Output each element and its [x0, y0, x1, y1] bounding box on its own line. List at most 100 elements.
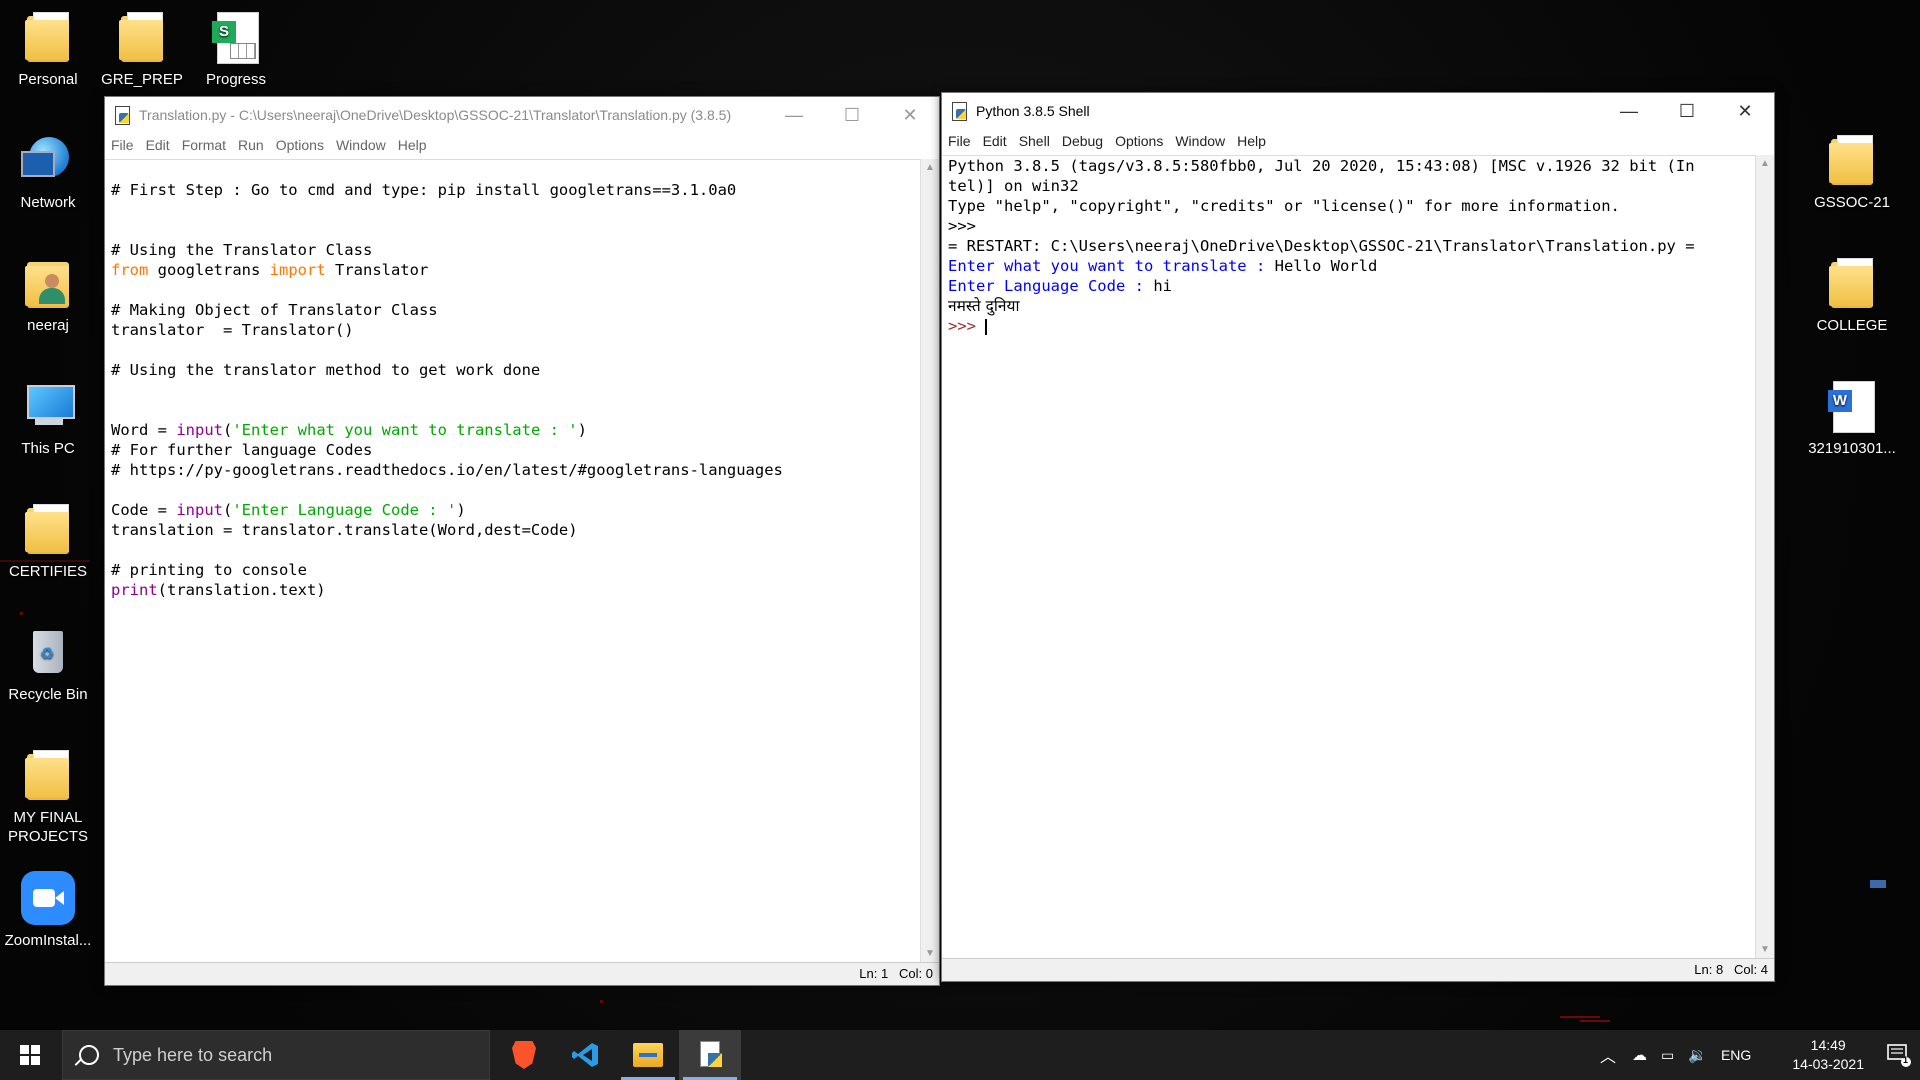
language-indicator[interactable]: ENG [1721, 1047, 1751, 1063]
editor-statusbar: Ln: 1 Col: 0 [105, 962, 939, 985]
desktop-icon-certifies[interactable]: CERTIFIES [0, 502, 96, 581]
desktop-icon-personal[interactable]: Personal [0, 10, 96, 89]
desktop-icon-my-final-projects[interactable]: MY FINAL PROJECTS [0, 748, 96, 846]
code-line: print(translation.text) [105, 580, 921, 600]
user-input-text: hi [1153, 277, 1172, 295]
builtin: input [176, 501, 223, 519]
minimize-button[interactable]: — [765, 97, 823, 133]
shell-titlebar[interactable]: Python 3.8.5 Shell — ☐ ✕ [942, 93, 1774, 129]
menu-shell[interactable]: Shell [1019, 133, 1050, 149]
shell-line: >>> [942, 316, 1756, 336]
code-line: # Making Object of Translator Class [111, 301, 438, 319]
shell-statusbar: Ln: 8 Col: 4 [942, 958, 1774, 981]
onedrive-offline-icon[interactable]: ☁ [1632, 1046, 1647, 1064]
volume-icon[interactable]: 🔉 [1688, 1046, 1707, 1064]
desktop-icon-label: Recycle Bin [8, 686, 88, 703]
wallpaper-decoration [1580, 1020, 1610, 1022]
start-button[interactable] [0, 1030, 60, 1080]
brave-browser-icon [512, 1041, 536, 1069]
wallpaper-decoration [1870, 880, 1886, 888]
cursor-position: Ln: 1 Col: 0 [859, 966, 933, 981]
desktop-icon-label: ZoomInstal... [4, 932, 92, 949]
shell-scrollbar[interactable]: ▲ ▼ [1755, 155, 1774, 959]
scroll-up-icon[interactable]: ▲ [921, 159, 939, 177]
clock-date: 14-03-2021 [1792, 1056, 1864, 1072]
clock-time: 14:49 [1810, 1037, 1846, 1053]
desktop-icon-recycle-bin[interactable]: ♻ Recycle Bin [0, 625, 96, 704]
user-folder-icon [21, 256, 75, 310]
code-line: from googletrans import Translator [105, 260, 921, 280]
maximize-button[interactable]: ☐ [1658, 93, 1716, 129]
taskbar-app-vscode[interactable] [555, 1030, 617, 1080]
menu-options[interactable]: Options [1115, 133, 1163, 149]
menu-file[interactable]: File [948, 133, 971, 149]
menu-debug[interactable]: Debug [1062, 133, 1103, 149]
code-line: # Using the translator method to get wor… [111, 361, 541, 379]
shell-line: Type "help", "copyright", "credits" or "… [948, 197, 1620, 215]
shell-console[interactable]: Python 3.8.5 (tags/v3.8.5:580fbb0, Jul 2… [942, 155, 1756, 959]
code-line: # https://py-googletrans.readthedocs.io/… [111, 461, 783, 479]
menu-edit[interactable]: Edit [146, 137, 170, 153]
taskbar-app-brave[interactable] [493, 1030, 555, 1080]
code-line: # For further language Codes [111, 441, 373, 459]
python-shell-icon [950, 102, 968, 121]
desktop-icon-college[interactable]: COLLEGE [1804, 256, 1900, 335]
code-line: # First Step : Go to cmd and type: pip i… [111, 181, 737, 199]
desktop-icon-neeraj[interactable]: neeraj [0, 256, 96, 335]
menu-help[interactable]: Help [1237, 133, 1266, 149]
battery-icon[interactable]: ▭ [1661, 1047, 1674, 1064]
shell-line: = RESTART: C:\Users\neeraj\OneDrive\Desk… [948, 237, 1695, 255]
editor-menubar: File Edit Format Run Options Window Help [105, 133, 939, 157]
desktop-icon-label: This PC [21, 440, 75, 457]
close-button[interactable]: ✕ [881, 97, 939, 133]
scroll-down-icon[interactable]: ▼ [1756, 941, 1774, 959]
menu-window[interactable]: Window [1175, 133, 1225, 149]
code-line: translation = translator.translate(Word,… [111, 521, 578, 539]
minimize-button[interactable]: — [1600, 93, 1658, 129]
code-editor[interactable]: # First Step : Go to cmd and type: pip i… [105, 159, 921, 963]
desktop-icon-zoom[interactable]: ZoomInstal... [0, 871, 96, 950]
scroll-up-icon[interactable]: ▲ [1756, 155, 1774, 173]
desktop-icon-gre-prep[interactable]: GRE_PREP [94, 10, 190, 89]
maximize-button[interactable]: ☐ [823, 97, 881, 133]
chevron-up-icon[interactable]: ︿ [1600, 1043, 1616, 1067]
menu-edit[interactable]: Edit [983, 133, 1007, 149]
taskbar-app-idle[interactable] [679, 1030, 741, 1080]
notification-icon [1887, 1044, 1911, 1067]
idle-file-icon [113, 106, 131, 125]
menu-help[interactable]: Help [398, 137, 427, 153]
desktop-icon-network[interactable]: Network [0, 133, 96, 212]
taskbar-app-explorer[interactable] [617, 1030, 679, 1080]
desktop-icon-progress[interactable]: S Progress [188, 10, 284, 89]
scroll-down-icon[interactable]: ▼ [921, 945, 939, 963]
menu-format[interactable]: Format [182, 137, 226, 153]
search-icon [79, 1045, 99, 1065]
computer-icon [21, 379, 75, 433]
taskbar-search-box[interactable]: Type here to search [62, 1030, 490, 1080]
desktop-icon-word-doc[interactable]: W 321910301... [1804, 379, 1900, 458]
code-token: Translator [325, 261, 429, 279]
menu-run[interactable]: Run [238, 137, 264, 153]
stdout-text: Enter Language Code : [948, 277, 1154, 295]
taskbar-clock[interactable]: 14:49 14-03-2021 [1792, 1036, 1864, 1074]
network-icon [21, 133, 75, 187]
editor-titlebar[interactable]: Translation.py - C:\Users\neeraj\OneDriv… [105, 97, 939, 133]
desktop-icon-this-pc[interactable]: This PC [0, 379, 96, 458]
code-token: (translation.text) [157, 581, 326, 599]
action-center-button[interactable]: 1 [1886, 1042, 1912, 1068]
menu-file[interactable]: File [111, 137, 134, 153]
desktop-icon-gssoc[interactable]: GSSOC-21 [1804, 133, 1900, 212]
vscode-icon [572, 1041, 600, 1069]
menu-options[interactable]: Options [276, 137, 324, 153]
close-button[interactable]: ✕ [1716, 93, 1774, 129]
code-token: ) [577, 421, 587, 439]
search-placeholder: Type here to search [113, 1044, 273, 1065]
editor-title: Translation.py - C:\Users\neeraj\OneDriv… [139, 107, 732, 123]
wallpaper-decoration [20, 612, 23, 615]
code-token: ) [456, 501, 466, 519]
editor-scrollbar[interactable]: ▲ ▼ [920, 159, 939, 963]
shell-line: Enter what you want to translate : Hello… [942, 256, 1756, 276]
menu-window[interactable]: Window [336, 137, 386, 153]
